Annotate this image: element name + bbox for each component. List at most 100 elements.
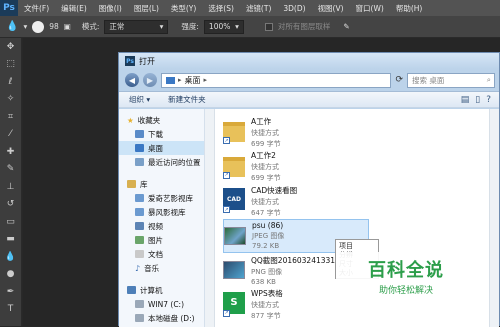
chevron-right-icon[interactable]: ▸ <box>204 76 208 84</box>
file-name: QQ截图2016032413310 <box>251 255 340 265</box>
blur-tool-icon[interactable]: 💧 <box>0 248 21 266</box>
menu-select[interactable]: 选择(S) <box>202 3 240 14</box>
nav-label: 本地磁盘 (D:) <box>148 313 195 323</box>
menu-view[interactable]: 视图(V) <box>312 3 350 14</box>
computer-icon <box>127 286 136 294</box>
nav-documents[interactable]: 文档 <box>119 247 204 261</box>
nav-baofeng[interactable]: 暴风影视库 <box>119 205 204 219</box>
photoshop-icon: Ps <box>125 56 135 66</box>
nav-label: 下载 <box>148 129 163 139</box>
folder-shortcut-icon: ↗ <box>223 154 245 180</box>
help-icon[interactable]: ? <box>486 95 491 105</box>
menu-image[interactable]: 图像(I) <box>93 3 128 14</box>
view-options-icon[interactable]: ▤ <box>461 95 470 105</box>
nav-label: 暴风影视库 <box>148 207 186 217</box>
address-text: 桌面 <box>184 75 201 85</box>
menu-bar: Ps 文件(F) 编辑(E) 图像(I) 图层(L) 类型(Y) 选择(S) 滤… <box>0 0 500 16</box>
brush-panel-icon[interactable]: ▣ <box>64 22 71 31</box>
pressure-icon[interactable]: ✎ <box>343 22 349 31</box>
nav-recent[interactable]: 最近访问的位置 <box>119 155 204 169</box>
nav-favorites[interactable]: ★ 收藏夹 <box>119 113 204 127</box>
dodge-tool-icon[interactable]: ● <box>0 266 21 284</box>
brush-preview-icon[interactable] <box>32 20 45 33</box>
nav-label: 最近访问的位置 <box>148 157 201 167</box>
file-type: JPEG 图像 <box>252 232 285 240</box>
pen-tool-icon[interactable]: ✒ <box>0 283 21 301</box>
search-input[interactable]: 搜索 桌面 ⌕ <box>407 72 495 88</box>
nav-label: 库 <box>140 179 148 189</box>
mode-label: 模式: <box>81 22 100 31</box>
address-bar[interactable]: ▸ 桌面 ▸ <box>161 72 392 88</box>
watermark-title: 百科全说 <box>368 260 444 281</box>
stamp-tool-icon[interactable]: ⊥ <box>0 178 21 196</box>
menu-filter[interactable]: 滤镜(T) <box>240 3 277 14</box>
move-tool-icon[interactable]: ✥ <box>0 38 21 56</box>
crop-tool-icon[interactable]: ⌗ <box>0 108 21 126</box>
type-tool-icon[interactable]: T <box>0 301 21 319</box>
png-thumbnail-icon <box>223 257 245 283</box>
nav-drive-c[interactable]: WIN7 (C:) <box>119 297 204 311</box>
brush-size[interactable]: 98 <box>49 22 59 31</box>
folder-shortcut-icon: ↗ <box>223 119 245 145</box>
menu-3d[interactable]: 3D(D) <box>277 4 311 13</box>
chevron-down-icon[interactable]: ▾ <box>23 22 27 31</box>
nav-music[interactable]: ♪ 音乐 <box>119 261 204 275</box>
preview-pane-icon[interactable]: ▯ <box>475 95 480 105</box>
file-list-scrollbar[interactable] <box>489 109 499 327</box>
sample-all-checkbox[interactable] <box>264 22 273 31</box>
menu-file[interactable]: 文件(F) <box>18 3 55 14</box>
new-folder-button[interactable]: 新建文件夹 <box>168 94 206 105</box>
menu-edit[interactable]: 编辑(E) <box>55 3 93 14</box>
refresh-icon[interactable]: ⟳ <box>395 75 403 85</box>
nav-scrollbar[interactable] <box>205 109 215 327</box>
back-icon[interactable]: ◀ <box>125 73 139 87</box>
file-size: 699 字节 <box>251 139 281 148</box>
eyedropper-tool-icon[interactable]: ⁄ <box>0 126 21 144</box>
nav-desktop[interactable]: 桌面 <box>119 141 204 155</box>
chevron-right-icon[interactable]: ▸ <box>178 76 182 84</box>
marquee-tool-icon[interactable]: ⬚ <box>0 56 21 74</box>
dialog-title-bar[interactable]: Ps 打开 <box>119 53 499 69</box>
blur-tool-icon[interactable]: 💧 <box>6 21 18 32</box>
history-brush-icon[interactable]: ↺ <box>0 196 21 214</box>
tooltip-line: 项目 <box>339 242 353 250</box>
file-size: 638 KB <box>251 277 276 286</box>
brush-tool-icon[interactable]: ✎ <box>0 161 21 179</box>
healing-tool-icon[interactable]: ✚ <box>0 143 21 161</box>
star-icon: ★ <box>127 115 134 125</box>
nav-videos[interactable]: 视频 <box>119 219 204 233</box>
menu-type[interactable]: 类型(Y) <box>165 3 202 14</box>
mode-select[interactable]: 正常 ▾ <box>104 19 169 34</box>
list-item[interactable]: ↗ A工作 快捷方式 699 字节 <box>223 115 499 149</box>
list-item[interactable]: ↗ A工作2 快捷方式 699 字节 <box>223 150 499 184</box>
menu-help[interactable]: 帮助(H) <box>390 3 429 14</box>
tools-panel: ✥ ⬚ ℓ ✧ ⌗ ⁄ ✚ ✎ ⊥ ↺ ▭ ▬ 💧 ● ✒ T <box>0 38 22 326</box>
eraser-tool-icon[interactable]: ▭ <box>0 213 21 231</box>
nav-downloads[interactable]: 下载 <box>119 127 204 141</box>
desktop-icon <box>135 144 144 152</box>
sample-all-label: 对所有图层取样 <box>277 22 331 31</box>
address-row: ◀ ▶ ▸ 桌面 ▸ ⟳ 搜索 桌面 ⌕ <box>119 69 499 91</box>
navigation-pane: ★ 收藏夹 下载 桌面 最近访问的位置 库 爱奇艺影视库 暴风影视库 视频 图片… <box>119 109 205 327</box>
forward-icon[interactable]: ▶ <box>143 73 157 87</box>
file-name: A工作2 <box>251 151 276 160</box>
gradient-tool-icon[interactable]: ▬ <box>0 231 21 249</box>
video-library-icon <box>135 208 144 216</box>
menu-window[interactable]: 窗口(W) <box>350 3 390 14</box>
documents-icon <box>135 250 144 258</box>
drive-icon <box>135 300 144 308</box>
nav-drive-d[interactable]: 本地磁盘 (D:) <box>119 311 204 325</box>
nav-iqiyi[interactable]: 爱奇艺影视库 <box>119 191 204 205</box>
nav-pictures[interactable]: 图片 <box>119 233 204 247</box>
nav-label: 文档 <box>148 249 163 259</box>
watermark-subtitle: 助你轻松解决 <box>378 286 433 296</box>
options-bar: 💧 ▾ 98 ▣ 模式: 正常 ▾ 强度: 100% ▾ 对所有图层取样 ✎ <box>0 16 500 38</box>
opacity-input[interactable]: 100% ▾ <box>203 19 244 34</box>
list-item[interactable]: CAD ↗ CAD快速看图 快捷方式 647 字节 <box>223 184 499 218</box>
organize-button[interactable]: 组织 ▾ <box>129 94 150 105</box>
lasso-tool-icon[interactable]: ℓ <box>0 73 21 91</box>
quick-select-tool-icon[interactable]: ✧ <box>0 91 21 109</box>
nav-computer[interactable]: 计算机 <box>119 283 204 297</box>
menu-layer[interactable]: 图层(L) <box>128 3 165 14</box>
nav-libraries[interactable]: 库 <box>119 177 204 191</box>
